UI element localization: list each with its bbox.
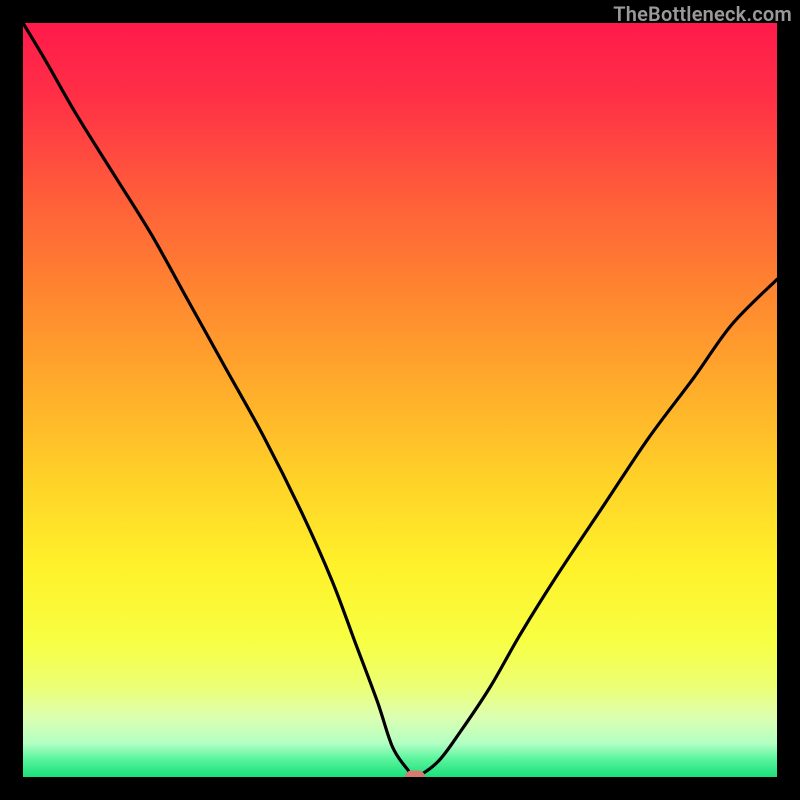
- bottleneck-marker: [405, 771, 425, 778]
- background-gradient: [23, 23, 777, 777]
- plot-area: [23, 23, 777, 777]
- chart-container: TheBottleneck.com: [0, 0, 800, 800]
